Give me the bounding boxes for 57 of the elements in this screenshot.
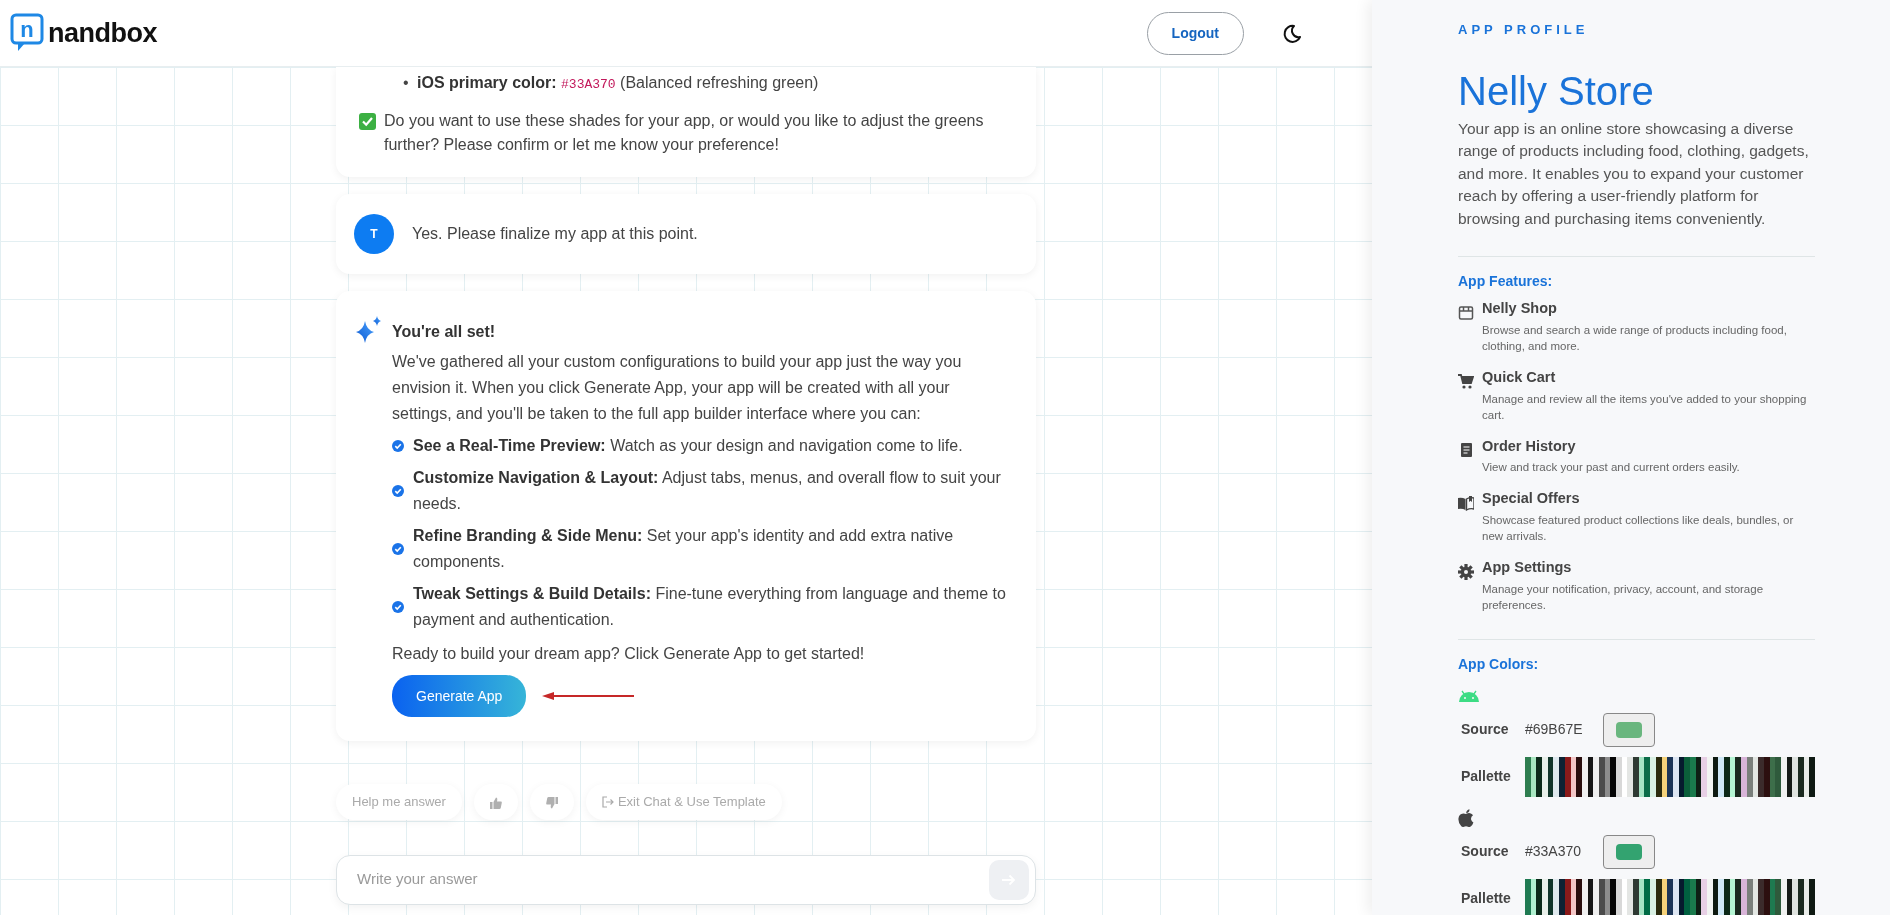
book-icon bbox=[1458, 495, 1474, 511]
apple-icon bbox=[1458, 808, 1474, 827]
help-answer-chip[interactable]: Help me answer bbox=[336, 784, 462, 820]
user-avatar: T bbox=[354, 214, 394, 254]
gear-icon bbox=[1458, 563, 1474, 580]
check-icon bbox=[392, 601, 404, 613]
exit-chat-button[interactable]: Exit Chat & Use Template bbox=[585, 784, 782, 820]
message-text: Ready to build your dream app? Click Generate App to get started! bbox=[392, 644, 866, 664]
logo-text: nandbox bbox=[48, 16, 157, 50]
feature-description: Manage and review all the items you've added to your shopping cart. bbox=[1482, 391, 1808, 423]
feature-description: View and track your past and current orders easily. bbox=[1482, 460, 1740, 476]
moon-icon[interactable] bbox=[1282, 23, 1302, 44]
receipt-icon bbox=[1458, 442, 1474, 459]
answer-box[interactable]: Write your answer bbox=[336, 854, 1036, 905]
color-picker[interactable] bbox=[1603, 834, 1655, 869]
feature-description: Browse and search a wide range of products including food, clothing, and more. bbox=[1482, 322, 1788, 354]
checklist-item: See a Real-Time Preview: Watch as your design and navigation come to life. bbox=[413, 436, 963, 456]
app-name: Nelly Store bbox=[1458, 67, 1655, 114]
answer-field[interactable]: Write your answer bbox=[355, 867, 989, 892]
palette-label: Pallette bbox=[1461, 889, 1512, 909]
app-description: Your app is an online store showcasing a diverse range of products including food, clothing, gadgets, and more. It enables you to expand your customer reach by offering a user-friendly platform for browsing and purchasing items conveniently. bbox=[1458, 118, 1810, 229]
message-text: We've gathered all your custom configurations to build your app just the way you envision it. When you click Generate App, your app will be created with all your settings, and you'll be taken to the full app builder interface where you can: bbox=[392, 352, 963, 424]
checklist-item: Customize Navigation & Layout: Adjust tabs, menus, and overall flow to suit your needs. bbox=[413, 468, 1002, 514]
feature-description: Showcase featured product collections like deals, bundles, or new arrivals. bbox=[1482, 513, 1795, 544]
section-title: App Features: bbox=[1458, 272, 1554, 291]
checklist-item: Refine Branding & Side Menu: Set your app's identity and add extra native components. bbox=[413, 526, 955, 572]
section-title: App Colors: bbox=[1458, 654, 1540, 674]
feature-title: Nelly Shop bbox=[1482, 299, 1558, 318]
cart-icon bbox=[1458, 373, 1474, 390]
check-icon bbox=[392, 440, 404, 452]
color-label: Source bbox=[1461, 720, 1510, 740]
message-text: Do you want to use these shades for your app, or would you like to adjust the greens further? Please confirm or let me know your preference! bbox=[384, 111, 985, 155]
android-icon bbox=[1458, 689, 1480, 702]
thumbs-up-icon bbox=[489, 796, 502, 809]
check-icon bbox=[392, 543, 404, 555]
logout-button[interactable]: Logout bbox=[1146, 11, 1244, 55]
bullet-item: • iOS primary color: #33A370 (Balanced refreshing green) bbox=[403, 73, 820, 94]
message-text: Yes. Please finalize my app at this point. bbox=[412, 224, 698, 244]
color-picker[interactable] bbox=[1603, 712, 1655, 747]
color-hex: #69B67E bbox=[1525, 720, 1584, 740]
feature-title: Quick Cart bbox=[1482, 367, 1557, 387]
thumbs-down-icon bbox=[545, 796, 558, 809]
color-hex: #33A370 bbox=[1525, 842, 1583, 862]
checklist-item: Tweak Settings & Build Details: Fine-tune everything from language and theme to payment and authentication. bbox=[413, 584, 1007, 630]
feature-title: Order History bbox=[1482, 436, 1577, 456]
palette-label: Pallette bbox=[1461, 767, 1512, 787]
generate-app-button[interactable]: Generate App bbox=[392, 675, 527, 717]
checkbox-icon bbox=[359, 113, 376, 130]
feature-title: Special Offers bbox=[1482, 489, 1581, 509]
panel-heading: APP PROFILE bbox=[1458, 21, 1590, 39]
color-label: Source bbox=[1461, 842, 1510, 862]
exit-icon bbox=[601, 795, 614, 808]
feature-description: Manage your notification, privacy, account, and storage preferences. bbox=[1482, 581, 1765, 613]
check-icon bbox=[392, 485, 404, 497]
feature-title: App Settings bbox=[1482, 558, 1573, 577]
store-icon bbox=[1458, 304, 1474, 321]
message-title: You're all set! bbox=[392, 322, 497, 342]
